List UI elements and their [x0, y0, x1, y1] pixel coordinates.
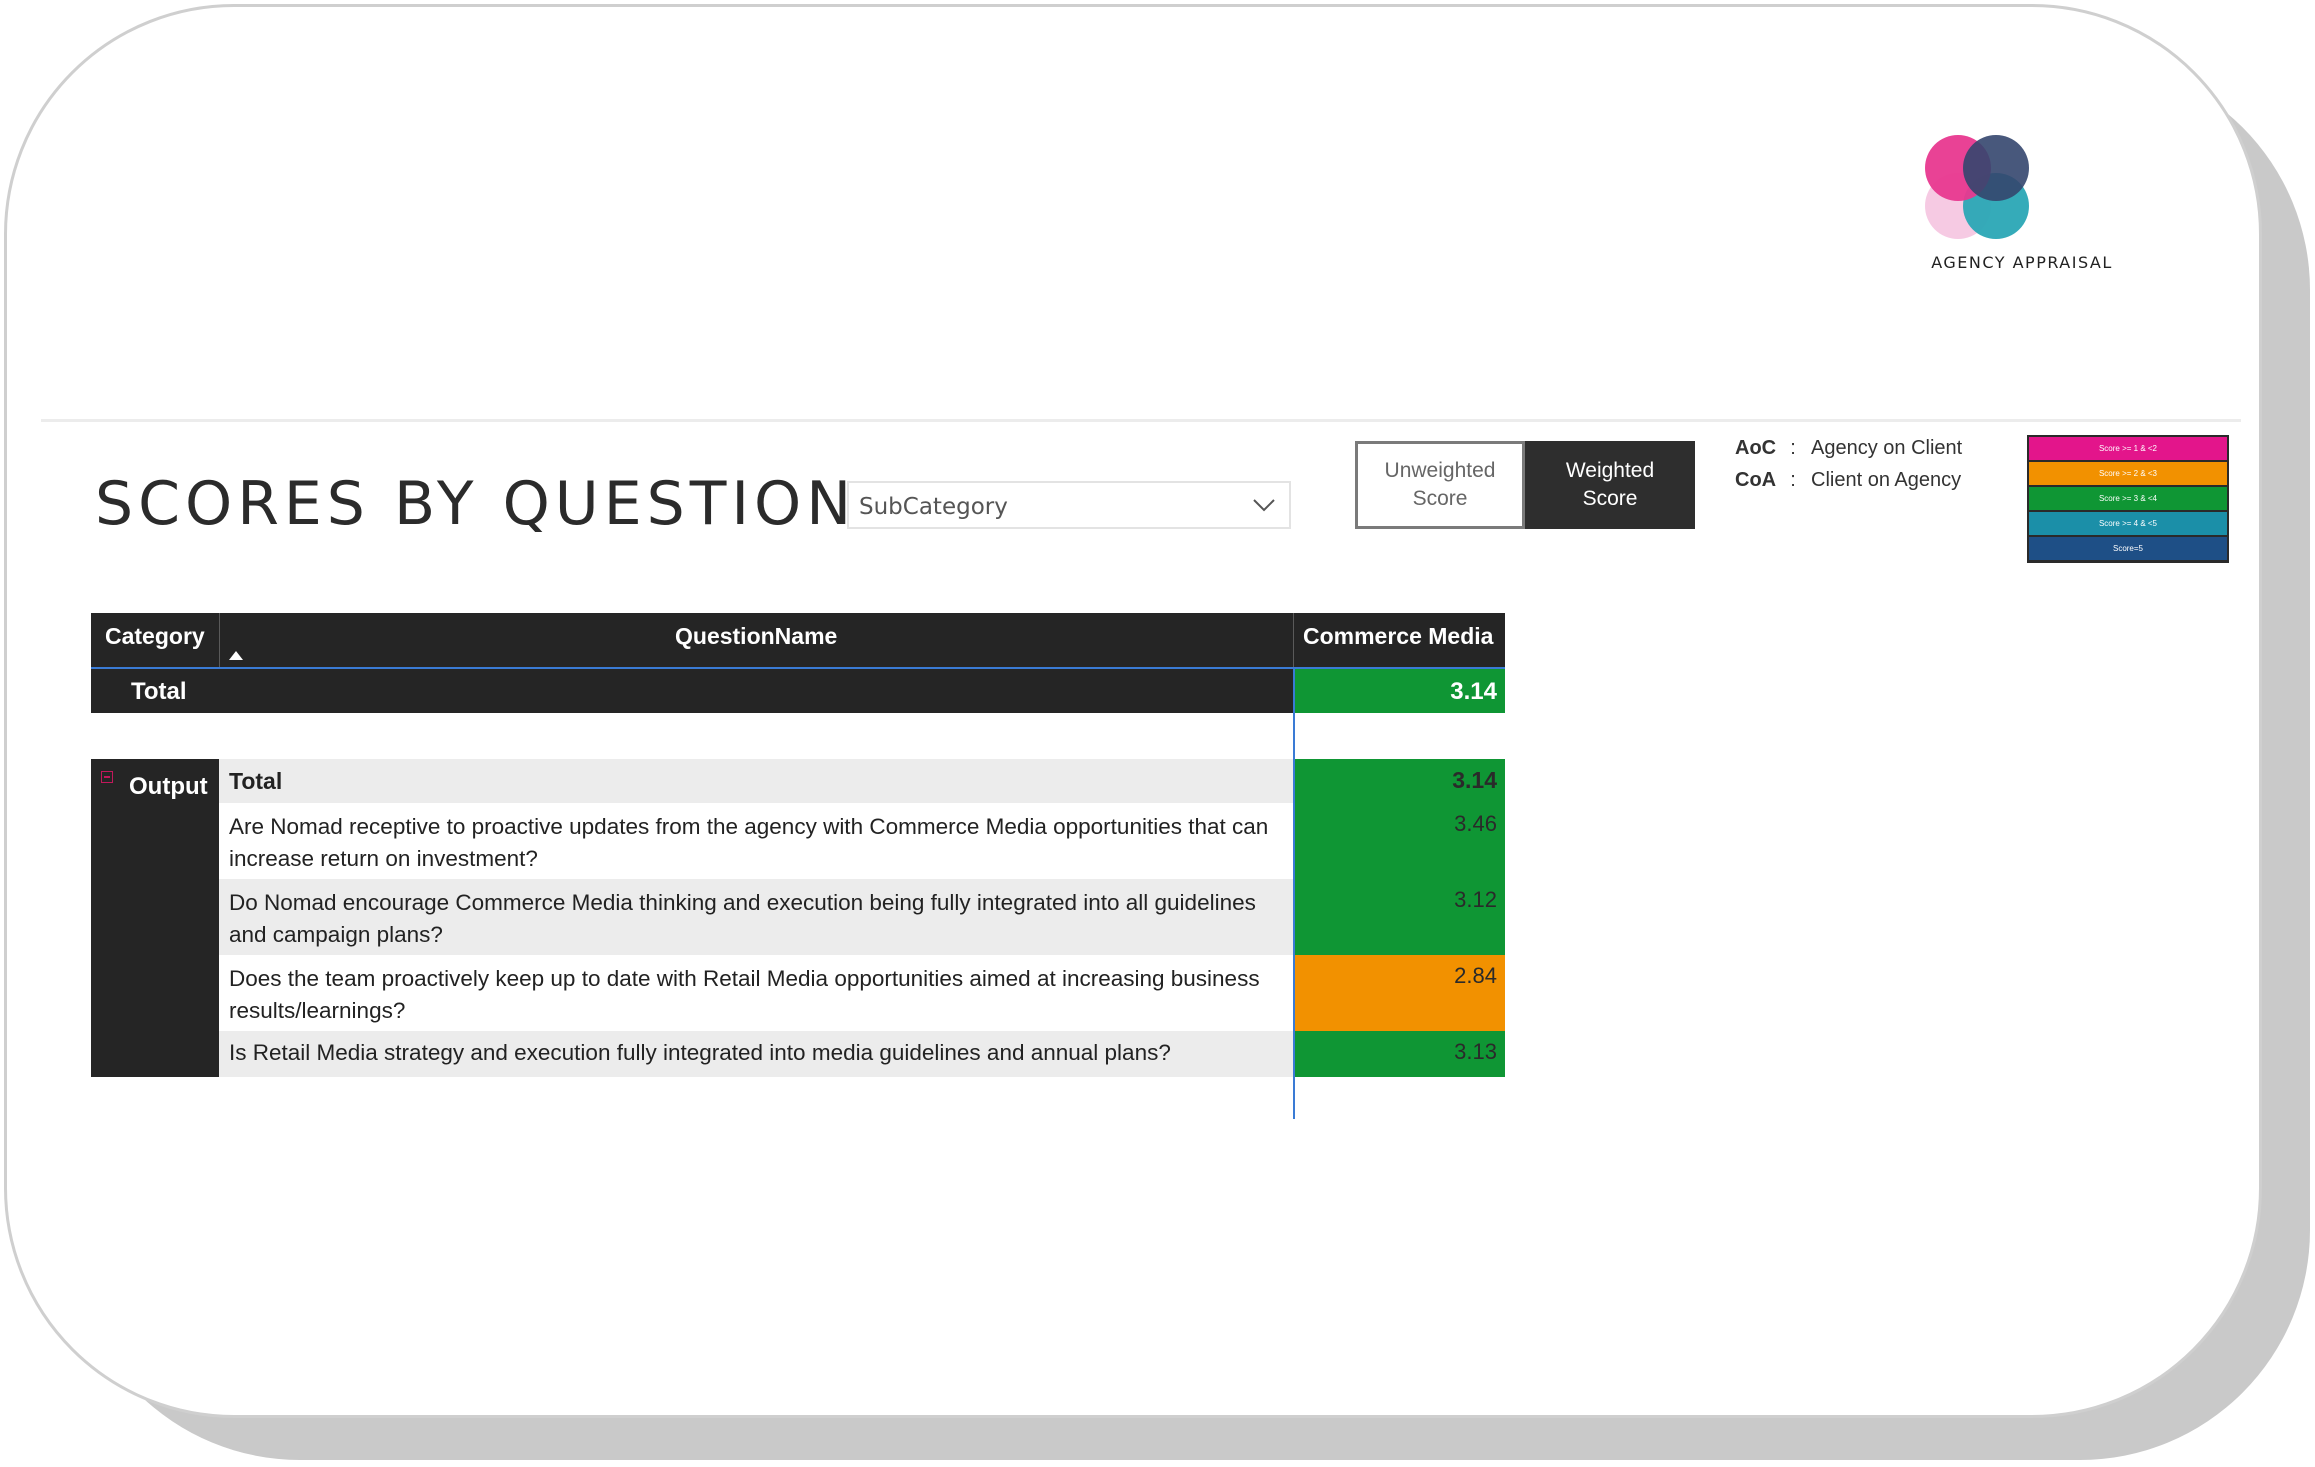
score-cell: 3.13	[1295, 1031, 1505, 1077]
score-cell: 3.12	[1295, 879, 1505, 955]
abbr-sep: :	[1790, 469, 1796, 491]
sort-ascending-icon[interactable]	[229, 651, 243, 660]
question-cell: Does the team proactively keep up to dat…	[219, 955, 1293, 1031]
weighted-score-label: Weighted Score	[1565, 459, 1655, 510]
score-cell: 3.46	[1295, 803, 1505, 879]
logo-label: AGENCY APPRAISAL	[1931, 253, 2113, 272]
chevron-down-icon	[1253, 499, 1275, 512]
table-row: Is Retail Media strategy and execution f…	[219, 1031, 1505, 1077]
subtotal-row: Total 3.14	[219, 759, 1505, 803]
column-header-question[interactable]: QuestionName	[675, 623, 837, 650]
category-cell-output: Output	[91, 759, 219, 1077]
abbr-key: AoC	[1735, 437, 1777, 459]
abbreviation-coa: CoA: Client on Agency	[1735, 469, 1961, 492]
table-row: Does the team proactively keep up to dat…	[219, 955, 1505, 1031]
column-header-category[interactable]: Category	[105, 623, 205, 650]
collapse-icon[interactable]	[101, 771, 113, 783]
subcategory-dropdown[interactable]: SubCategory	[847, 481, 1291, 529]
legend-row: Score >= 1 & <2	[2029, 437, 2227, 460]
dropdown-value: SubCategory	[859, 494, 1008, 520]
abbr-sep: :	[1790, 437, 1796, 459]
weighted-score-button[interactable]: Weighted Score	[1525, 441, 1695, 529]
category-label: Output	[129, 773, 208, 800]
score-cell: 2.84	[1295, 955, 1505, 1031]
abbreviation-aoc: AoC: Agency on Client	[1735, 437, 1962, 460]
grand-total-cell: 3.14	[1295, 669, 1505, 713]
question-cell: Are Nomad receptive to proactive updates…	[219, 803, 1293, 879]
question-cell: Is Retail Media strategy and execution f…	[219, 1031, 1293, 1077]
page-title: SCORES BY QUESTION	[95, 469, 857, 539]
abbr-key: CoA	[1735, 469, 1777, 491]
grand-total-value: 3.14	[1450, 678, 1497, 705]
logo-circle-navy	[1963, 135, 2029, 201]
unweighted-score-label: Unweighted Score	[1384, 459, 1496, 510]
score-legend: Score >= 1 & <2 Score >= 2 & <3 Score >=…	[2027, 435, 2229, 563]
grand-total-label: Total	[131, 678, 187, 705]
subtotal-label: Total	[219, 759, 1293, 803]
legend-row: Score=5	[2029, 537, 2227, 560]
column-divider	[219, 613, 220, 667]
report-card: AGENCY APPRAISAL SCORES BY QUESTION SubC…	[4, 4, 2262, 1418]
legend-row: Score >= 3 & <4	[2029, 487, 2227, 510]
abbr-value: Client on Agency	[1811, 469, 1962, 491]
legend-row: Score >= 2 & <3	[2029, 462, 2227, 485]
unweighted-score-button[interactable]: Unweighted Score	[1355, 441, 1525, 529]
table-row: Do Nomad encourage Commerce Media thinki…	[219, 879, 1505, 955]
subtotal-value: 3.14	[1295, 759, 1505, 803]
header-divider	[41, 419, 2241, 422]
column-divider	[1293, 613, 1294, 667]
question-cell: Do Nomad encourage Commerce Media thinki…	[219, 879, 1293, 955]
column-header-commerce-media[interactable]: Commerce Media	[1303, 623, 1493, 650]
table-header: Category QuestionName Commerce Media	[91, 613, 1505, 669]
table-row: Are Nomad receptive to proactive updates…	[219, 803, 1505, 879]
legend-row: Score >= 4 & <5	[2029, 512, 2227, 535]
abbr-value: Agency on Client	[1811, 437, 1963, 459]
